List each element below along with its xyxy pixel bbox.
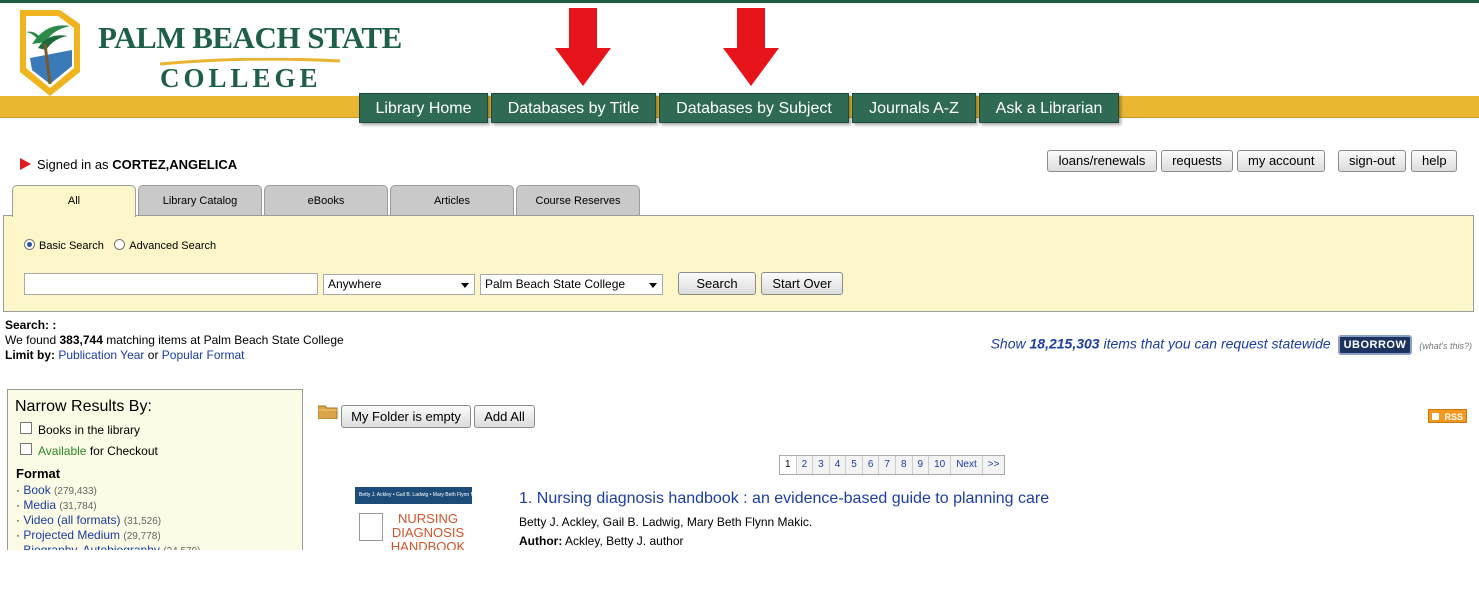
tab-library-catalog[interactable]: Library Catalog [138, 185, 262, 216]
format-item[interactable]: · Media (31,784) [16, 498, 97, 512]
books-in-library-checkbox[interactable] [20, 422, 32, 434]
requests-button[interactable]: requests [1161, 150, 1233, 172]
whats-this-link[interactable]: (what's this?) [1419, 341, 1472, 351]
tab-course-reserves[interactable]: Course Reserves [516, 185, 640, 216]
page-7[interactable]: 7 [879, 456, 896, 474]
publication-year-link[interactable]: Publication Year [58, 348, 144, 362]
basic-search-radio[interactable] [24, 239, 35, 250]
result-title-link[interactable]: 1. Nursing diagnosis handbook : an evide… [519, 490, 1049, 508]
search-input[interactable] [24, 273, 318, 295]
top-border [0, 0, 1479, 3]
page-bottom [0, 550, 1479, 609]
result-authors: Betty J. Ackley, Gail B. Ladwig, Mary Be… [519, 515, 813, 529]
tab-ebooks[interactable]: eBooks [264, 185, 388, 216]
page-4[interactable]: 4 [830, 456, 847, 474]
page-10[interactable]: 10 [929, 456, 952, 474]
page-3[interactable]: 3 [813, 456, 830, 474]
search-mode-group: Basic Search Advanced Search [24, 236, 222, 254]
format-item[interactable]: · Video (all formats) (31,526) [16, 513, 161, 527]
format-item[interactable]: · Book (279,433) [16, 483, 97, 497]
cover-title: NURSING DIAGNOSIS HANDBOOK [390, 511, 466, 551]
limit-by-line: Limit by: Publication Year or Popular Fo… [5, 348, 245, 362]
help-button[interactable]: help [1411, 150, 1457, 172]
book-cover[interactable]: Betty J. Ackley • Gail B. Ladwig • Mary … [355, 487, 472, 550]
format-heading: Format [16, 466, 61, 481]
result-author-line: Author: Ackley, Betty J. author [519, 534, 684, 548]
red-flag-icon [20, 158, 31, 170]
page-9[interactable]: 9 [913, 456, 930, 474]
start-over-button[interactable]: Start Over [761, 272, 843, 295]
nav-databases-by-title[interactable]: Databases by Title [491, 93, 656, 123]
folder-icon [318, 405, 338, 419]
dropdown-caret-icon [649, 283, 657, 288]
statewide-request-link[interactable]: Show 18,215,303 items that you can reque… [991, 335, 1472, 355]
narrow-results-panel: Narrow Results By: Books in the library … [7, 389, 303, 559]
available-checkbox[interactable] [20, 443, 32, 455]
page-1[interactable]: 1 [780, 456, 797, 474]
page-8[interactable]: 8 [896, 456, 913, 474]
signed-in-status: Signed in as CORTEZ,ANGELICA [20, 157, 237, 172]
rss-icon [1432, 413, 1439, 420]
search-summary-label: Search: : [5, 318, 57, 332]
nav-ask-a-librarian[interactable]: Ask a Librarian [979, 93, 1119, 123]
last-page[interactable]: >> [983, 456, 1005, 474]
narrow-results-title: Narrow Results By: [15, 398, 152, 415]
nav-library-home[interactable]: Library Home [359, 93, 488, 123]
advanced-search-radio[interactable] [114, 239, 126, 250]
format-item[interactable]: · Projected Medium (29,778) [16, 528, 161, 542]
page-5[interactable]: 5 [846, 456, 863, 474]
page-6[interactable]: 6 [863, 456, 880, 474]
page-2[interactable]: 2 [797, 456, 814, 474]
popular-format-link[interactable]: Popular Format [162, 348, 245, 362]
loans-renewals-button[interactable]: loans/renewals [1047, 150, 1157, 172]
available-label: Available for Checkout [38, 444, 158, 458]
tab-all[interactable]: All [12, 185, 136, 217]
results-count-line: We found 383,744 matching items at Palm … [5, 333, 344, 347]
library-select[interactable]: Palm Beach State College [480, 274, 663, 295]
next-page[interactable]: Next [951, 456, 983, 474]
palm-tree-logo-icon [20, 10, 80, 96]
nav-databases-by-subject[interactable]: Databases by Subject [659, 93, 849, 123]
add-all-button[interactable]: Add All [474, 405, 535, 428]
tab-articles[interactable]: Articles [390, 185, 514, 216]
search-button[interactable]: Search [678, 272, 756, 295]
cover-badge [359, 513, 383, 541]
my-folder-button[interactable]: My Folder is empty [341, 405, 471, 428]
my-account-button[interactable]: my account [1237, 150, 1325, 172]
rss-feed-button[interactable]: RSS [1428, 409, 1467, 423]
red-arrow-icon [555, 8, 611, 86]
logo-subtitle: COLLEGE [160, 63, 322, 93]
red-arrow-icon [723, 8, 779, 86]
sign-out-button[interactable]: sign-out [1338, 150, 1406, 172]
user-name: CORTEZ,ANGELICA [112, 157, 238, 172]
nav-journals-a-z[interactable]: Journals A-Z [852, 93, 976, 123]
scope-select[interactable]: Anywhere [323, 274, 475, 295]
search-panel [3, 215, 1474, 312]
uborrow-logo[interactable]: UBORROW [1337, 335, 1413, 355]
logo-title: PALM BEACH STATE [98, 20, 402, 55]
dropdown-caret-icon [461, 283, 469, 288]
books-in-library-label: Books in the library [38, 423, 141, 437]
pagination: 1 2 3 4 5 6 7 8 9 10 Next >> [779, 455, 1006, 475]
cover-authors: Betty J. Ackley • Gail B. Ladwig • Mary … [355, 487, 472, 504]
